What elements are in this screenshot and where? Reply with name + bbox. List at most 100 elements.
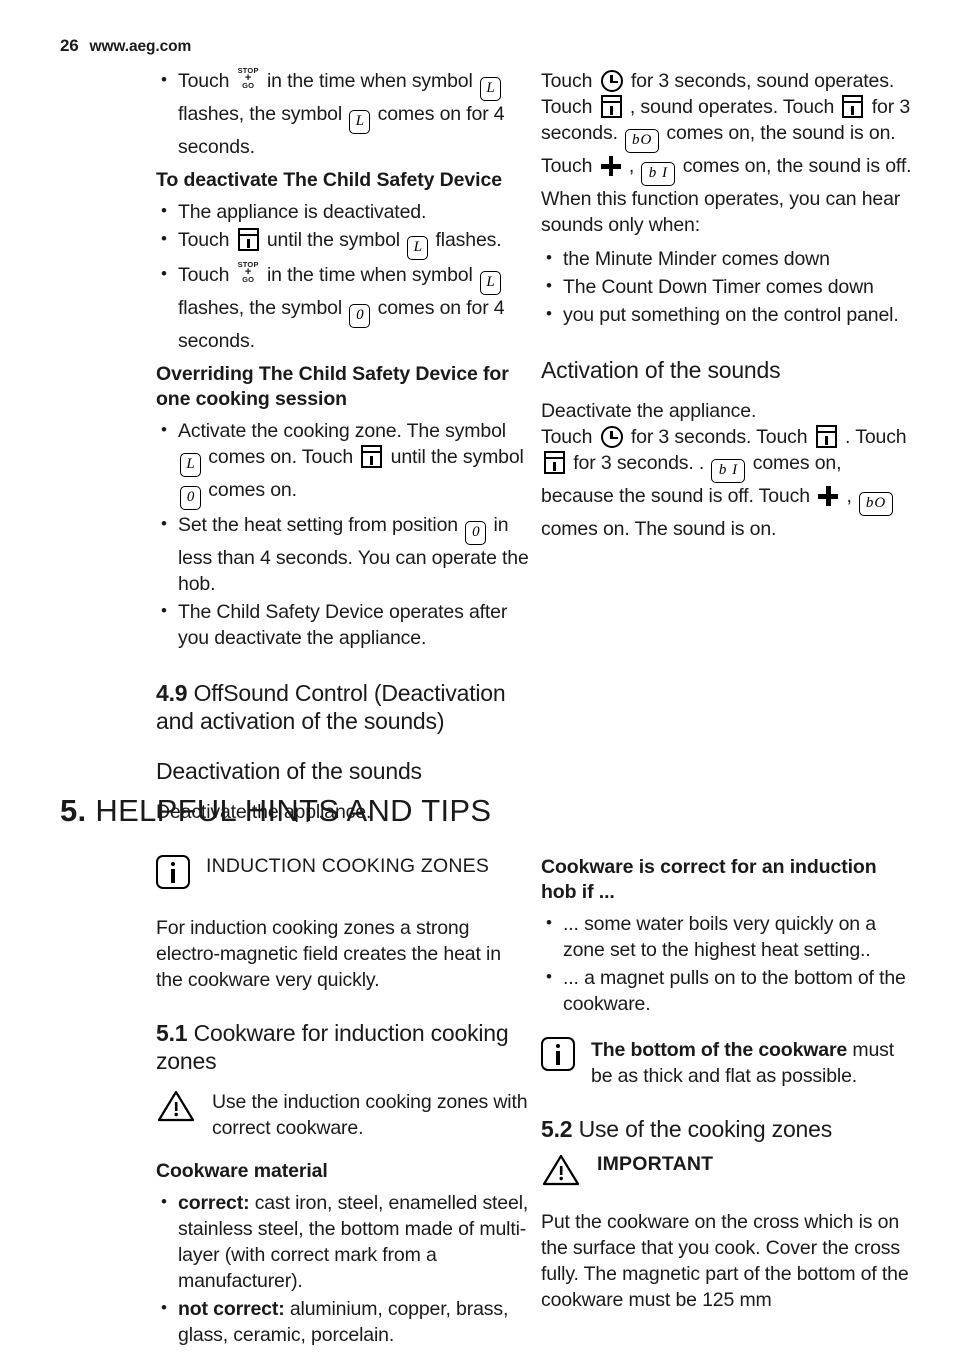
list-deactivate-steps: The appliance is deactivated. Touch unti… xyxy=(156,198,531,354)
text-fragment: comes on. The sound is on. xyxy=(541,518,777,540)
para-touch-sequence: Touch for 3 seconds, sound operates. Tou… xyxy=(541,68,916,186)
text-fragment: Touch xyxy=(178,70,230,92)
list-item: Activate the cooking zone. The symbol L … xyxy=(156,417,531,510)
text-fragment: in the time when symbol xyxy=(266,70,473,92)
text-fragment: comes on. xyxy=(208,479,297,501)
list-item: Set the heat setting from position 0 in … xyxy=(156,511,531,597)
text-fragment: Touch xyxy=(541,426,593,448)
plus-icon xyxy=(600,156,621,176)
text-fragment: , xyxy=(628,155,635,177)
list-item: Touch until the symbol L flashes. xyxy=(156,226,531,260)
list-cookware-material: correct: cast iron, steel, enamelled ste… xyxy=(156,1189,531,1348)
display-symbol-l: L xyxy=(479,271,501,295)
list-item: The appliance is deactivated. xyxy=(156,198,531,225)
text-fragment: flashes, the symbol xyxy=(178,297,343,319)
important-label: IMPORTANT xyxy=(597,1153,714,1175)
note-use-induction-warning: Use the induction cooking zones with cor… xyxy=(156,1089,531,1141)
page-number: 26 xyxy=(60,36,79,55)
text-fragment: Touch xyxy=(855,426,907,448)
text-fragment: in the time when symbol xyxy=(266,264,473,286)
info-icon xyxy=(541,1037,575,1071)
note-label: INDUCTION COOKING ZONES xyxy=(206,855,490,877)
text-fragment: Touch xyxy=(541,70,593,92)
display-symbol-l: L xyxy=(180,453,201,477)
material-label-not-correct: not correct: xyxy=(178,1298,285,1320)
display-symbol-l: L xyxy=(349,110,371,134)
text-fragment: flashes. xyxy=(435,229,502,251)
heading-4-9-offsound: 4.9 OffSound Control (Deactivation and a… xyxy=(156,679,531,735)
list-touch-stopgo-1: Touch STOP + GO in the time when symbol … xyxy=(156,66,531,160)
timer-icon xyxy=(815,425,837,448)
list-item: Touch STOP + GO in the time when symbol … xyxy=(156,66,531,160)
heading-deactivation-of-sounds: Deactivation of the sounds xyxy=(156,758,422,784)
section-5-block: 5. HELPFUL HINTS AND TIPS xyxy=(60,793,900,829)
list-item: ... a magnet pulls on to the bottom of t… xyxy=(541,964,916,1017)
clock-on-off-icon xyxy=(600,426,623,448)
text-fragment: , xyxy=(846,485,852,507)
display-symbol-sound-off: b I xyxy=(711,459,746,483)
section-title: HELPFUL HINTS AND TIPS xyxy=(95,793,492,828)
note-bold-label: The bottom of the cookware xyxy=(591,1039,848,1061)
list-item: you put something on the control panel. xyxy=(541,301,916,328)
text-fragment: flashes, the symbol xyxy=(178,103,343,125)
heading-cookware-material: Cookware material xyxy=(156,1160,328,1182)
heading-5-1-cookware: 5.1 Cookware for induction cooking zones xyxy=(156,1019,531,1075)
display-symbol-sound-on: bO xyxy=(625,129,660,153)
list-item: The Count Down Timer comes down xyxy=(541,273,916,300)
para-put-cookware-on-cross: Put the cookware on the cross which is o… xyxy=(541,1211,909,1311)
timer-icon xyxy=(237,228,259,251)
display-symbol-sound-on: bO xyxy=(859,492,894,516)
para-activation-sequence: Touch for 3 seconds. Touch . Touch for 3… xyxy=(541,424,916,542)
timer-icon xyxy=(842,95,864,118)
text-fragment: Touch xyxy=(178,264,230,286)
material-label-correct: correct: xyxy=(178,1192,250,1214)
para-when-function-operates: When this function operates, you can hea… xyxy=(541,188,901,236)
section5-right-column: Cookware is correct for an induction hob… xyxy=(541,855,916,1313)
page-header: 26 www.aeg.com xyxy=(60,36,191,56)
list-item: not correct: aluminium, copper, brass, g… xyxy=(156,1295,531,1348)
stop-go-icon: STOP + GO xyxy=(238,66,259,90)
timer-icon xyxy=(361,445,383,468)
text-fragment: until the symbol xyxy=(390,446,524,468)
text-fragment: for 3 seconds. Touch xyxy=(630,426,808,448)
timer-icon xyxy=(544,451,565,474)
text-fragment: Touch xyxy=(178,229,230,251)
section-title: Cookware for induction cooking zones xyxy=(156,1020,509,1074)
warning-text: Use the induction cooking zones with cor… xyxy=(212,1091,528,1139)
heading-overriding-child-safety: Overriding The Child Safety Device for o… xyxy=(156,363,509,410)
text-fragment: , sound operates. Touch xyxy=(629,96,835,118)
section-number: 5.1 xyxy=(156,1020,188,1046)
go-label: GO xyxy=(242,81,255,90)
display-symbol-zero: 0 xyxy=(465,521,487,545)
text-fragment: until the symbol xyxy=(266,229,400,251)
heading-activation-of-sounds: Activation of the sounds xyxy=(541,357,781,383)
list-item: ... some water boils very quickly on a z… xyxy=(541,910,916,963)
list-overriding-steps: Activate the cooking zone. The symbol L … xyxy=(156,417,531,651)
left-column: Touch STOP + GO in the time when symbol … xyxy=(156,66,531,825)
note-important-warning: IMPORTANT xyxy=(541,1153,916,1187)
heading-5-helpful-hints: 5. HELPFUL HINTS AND TIPS xyxy=(60,793,900,829)
site-url: www.aeg.com xyxy=(89,38,192,55)
clock-on-off-icon xyxy=(600,70,623,92)
heading-5-2-use-cooking-zones: 5.2 Use of the cooking zones xyxy=(541,1115,916,1143)
warning-triangle-icon xyxy=(156,1089,196,1123)
list-item: correct: cast iron, steel, enamelled ste… xyxy=(156,1189,531,1294)
list-item: The Child Safety Device operates after y… xyxy=(156,598,531,651)
display-symbol-sound-off: b I xyxy=(641,162,676,186)
go-label: GO xyxy=(242,275,255,284)
section-number: 5.2 xyxy=(541,1116,573,1142)
info-icon xyxy=(156,855,190,889)
section-title: OffSound Control (Deactivation and activ… xyxy=(156,680,506,734)
plus-icon xyxy=(818,486,839,506)
list-item: Touch STOP + GO in the time when symbol … xyxy=(156,260,531,354)
heading-deactivate-child-safety: To deactivate The Child Safety Device xyxy=(156,169,502,191)
display-symbol-l: L xyxy=(407,236,429,260)
text-fragment: comes on, the sound is off. xyxy=(682,155,912,177)
text-fragment: comes on. Touch xyxy=(208,446,354,468)
list-cookware-correct: ... some water boils very quickly on a z… xyxy=(541,910,916,1017)
text-fragment: Set the heat setting from position xyxy=(178,514,458,536)
text-fragment: for 3 seconds. . xyxy=(573,452,705,474)
right-column: Touch for 3 seconds, sound operates. Tou… xyxy=(541,68,916,542)
list-sound-conditions: the Minute Minder comes down The Count D… xyxy=(541,245,916,328)
para-induction-field: For induction cooking zones a strong ele… xyxy=(156,917,501,991)
